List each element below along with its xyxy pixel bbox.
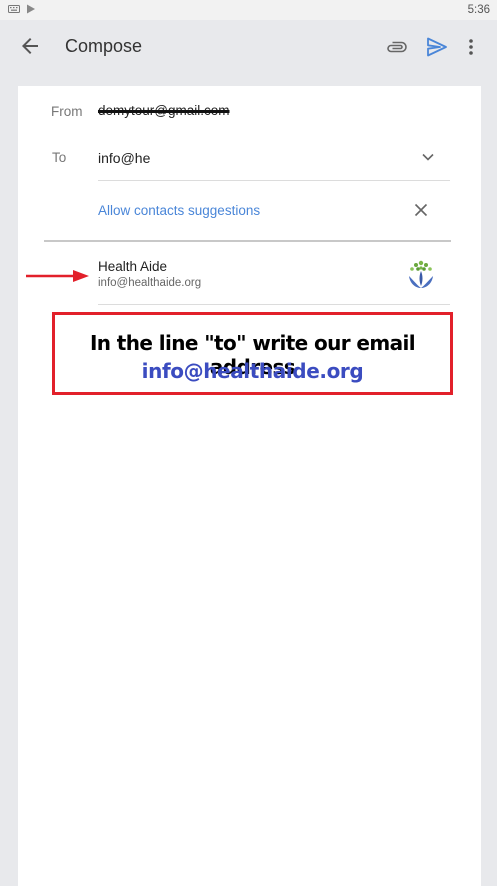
health-aide-logo-icon (409, 260, 433, 288)
paperclip-icon[interactable] (386, 35, 410, 59)
close-icon[interactable] (414, 203, 428, 217)
instruction-callout: In the line "to" write our email address… (52, 312, 453, 395)
red-arrow-icon (26, 270, 89, 282)
to-field[interactable] (98, 148, 388, 168)
to-label: To (52, 150, 67, 165)
suggestion-name: Health Aide (98, 259, 168, 274)
status-icons (8, 4, 36, 14)
from-label: From (51, 104, 83, 119)
chevron-down-icon[interactable] (420, 149, 436, 165)
allow-contacts-link[interactable]: Allow contacts suggestions (98, 203, 260, 218)
to-divider (98, 180, 450, 181)
page-title: Compose (65, 36, 143, 56)
back-arrow-icon[interactable] (18, 34, 42, 58)
suggestion-divider (98, 304, 450, 305)
more-vert-icon[interactable] (463, 35, 479, 59)
keyboard-icon (8, 5, 20, 13)
app-bar: Compose (0, 20, 497, 72)
compose-card: From demytour@gmail.com To Allow contact… (18, 86, 481, 886)
status-bar: 5:36 (0, 0, 497, 20)
play-store-icon (27, 4, 35, 14)
send-icon[interactable] (425, 35, 449, 59)
status-time: 5:36 (467, 4, 490, 16)
from-value[interactable]: demytour@gmail.com (98, 103, 230, 118)
suggestion-email: info@healthaide.org (98, 277, 202, 289)
callout-email: info@healthaide.org (141, 359, 364, 383)
